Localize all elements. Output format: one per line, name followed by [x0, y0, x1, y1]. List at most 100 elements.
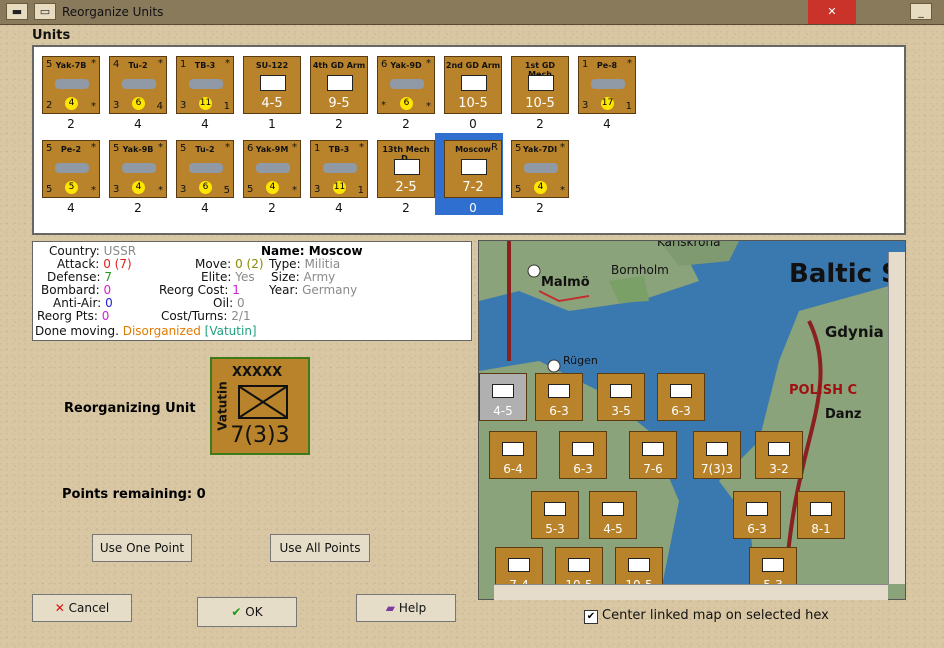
minimize-button[interactable]: _: [910, 3, 932, 20]
unit-counter[interactable]: Yak-7B 5 * 2 * 4: [42, 56, 100, 114]
antiair-value: 0: [105, 296, 113, 310]
map-counter[interactable]: 8-1: [797, 491, 845, 539]
close-button[interactable]: ✕: [808, 0, 856, 24]
unit-stat-tl: 6: [381, 59, 388, 70]
unit-badge: 11: [333, 181, 346, 194]
unit-counter[interactable]: Yak-9M 6 * 5 * 4: [243, 140, 301, 198]
unit-count: 0: [469, 117, 477, 131]
move-label: Move:: [195, 257, 232, 271]
map-counter[interactable]: 4-5: [589, 491, 637, 539]
map-label-baltic: Baltic S: [789, 259, 900, 289]
unit-strength: 4-5: [261, 96, 283, 111]
map-counter-strength: 8-1: [811, 522, 831, 536]
minimize-icon: _: [918, 5, 924, 18]
unit-counter[interactable]: Moscow R 7-2: [444, 140, 502, 198]
unit-counter[interactable]: TB-3 1 * 3 1 11: [176, 56, 234, 114]
aircraft-icon: [122, 79, 156, 89]
ok-button[interactable]: ✔ OK: [197, 597, 297, 627]
reorgcost-value: 1: [232, 283, 240, 297]
help-button[interactable]: ▰ Help: [356, 594, 456, 622]
unit-counter[interactable]: Tu-2 4 * 3 4 6: [109, 56, 167, 114]
map-counter[interactable]: 5-3: [531, 491, 579, 539]
map-counter[interactable]: 4-5: [479, 373, 527, 421]
map-counter-symbol-icon: [642, 442, 664, 456]
help-label: Help: [398, 601, 427, 615]
map-counter[interactable]: 6-3: [657, 373, 705, 421]
reorganizing-unit-counter: XXXXX Vatutin 7(3)3: [210, 357, 310, 455]
unit-counter[interactable]: 1st GD Mech10-5: [511, 56, 569, 114]
points-remaining: Points remaining: 0: [62, 487, 206, 502]
map-label-malmo: Malmö: [541, 275, 590, 290]
unit-counter[interactable]: Tu-2 5 * 3 5 6: [176, 140, 234, 198]
map-counter[interactable]: 6-4: [489, 431, 537, 479]
map-horizontal-scrollbar[interactable]: [494, 584, 888, 600]
unit-counter[interactable]: TB-3 1 * 3 1 11: [310, 140, 368, 198]
use-one-point-button[interactable]: Use One Point: [92, 534, 192, 562]
unit-counter[interactable]: SU-122 4-5: [243, 56, 301, 114]
unit-stat-bl: 3: [113, 100, 120, 111]
map-counter[interactable]: 3-2: [755, 431, 803, 479]
map-counter[interactable]: 6-3: [535, 373, 583, 421]
unit-counter[interactable]: Yak-9D 6 * * * 6: [377, 56, 435, 114]
map-counter[interactable]: 7-6: [629, 431, 677, 479]
costturns-label: Cost/Turns:: [161, 309, 228, 323]
attack-value: 0 (7): [103, 257, 132, 271]
unit-strength: 10-5: [525, 96, 555, 111]
name-label: Name:: [261, 244, 305, 258]
cancel-button[interactable]: ✕ Cancel: [32, 594, 132, 622]
unit-badge: 4: [266, 181, 279, 194]
unit-counter[interactable]: Yak-7DI 5 * 5 * 4: [511, 140, 569, 198]
map-counter[interactable]: 7(3)3: [693, 431, 741, 479]
unit-counter[interactable]: Pe-8 1 * 3 1 17: [578, 56, 636, 114]
map-counter-symbol-icon: [610, 384, 632, 398]
unit-stat-br: 5: [223, 185, 230, 196]
name-value: Moscow: [308, 244, 363, 258]
menu-icon[interactable]: ▬: [6, 3, 28, 20]
use-all-points-button[interactable]: Use All Points: [270, 534, 370, 562]
unit-counter[interactable]: Pe-2 5 * 5 * 5: [42, 140, 100, 198]
unit-count: 4: [335, 201, 343, 215]
country-value: USSR: [103, 244, 137, 258]
unit-count: 2: [402, 117, 410, 131]
map-counter[interactable]: 6-3: [559, 431, 607, 479]
costturns-value: 2/1: [231, 309, 251, 323]
points-value: 0: [196, 487, 206, 502]
reorganizing-unit-label: Reorganizing Unit: [64, 401, 196, 416]
reorganize-window: ▬ ▭ Reorganize Units ✕ _ Units Yak-7B 5 * 2…: [0, 0, 944, 648]
map-counter-symbol-icon: [492, 384, 514, 398]
elite-value: Yes: [235, 270, 255, 284]
map-counter-strength: 5-3: [545, 522, 565, 536]
map-counter[interactable]: 3-5: [597, 373, 645, 421]
unit-info-panel: Country: USSR Attack: 0 (7) Defense: 7 B…: [32, 241, 472, 341]
defense-value: 7: [104, 270, 112, 284]
linked-map[interactable]: Baltic S Malmö Bornholm Karlskrona Gdyni…: [478, 240, 906, 600]
unit-stat-tr: *: [91, 58, 96, 69]
unit-type-symbol-icon: [528, 75, 554, 91]
unit-stat-bl: 5: [46, 184, 53, 195]
map-counter-strength: 4-5: [493, 404, 513, 418]
unit-counter[interactable]: 13th Mech D.2-5: [377, 140, 435, 198]
elite-label: Elite:: [201, 270, 232, 284]
map-counter[interactable]: 6-3: [733, 491, 781, 539]
restore-icon[interactable]: ▭: [34, 3, 56, 20]
unit-count: 0: [469, 201, 477, 215]
unit-count: 2: [134, 201, 142, 215]
unit-type-symbol-icon: [461, 75, 487, 91]
map-counter-strength: 4-5: [603, 522, 623, 536]
unit-counter[interactable]: Yak-9B 5 * 3 * 4: [109, 140, 167, 198]
unit-stat-tr: *: [426, 58, 431, 69]
map-counter-symbol-icon: [762, 558, 784, 572]
aircraft-icon: [390, 79, 424, 89]
unit-count: 4: [134, 117, 142, 131]
map-counter-symbol-icon: [670, 384, 692, 398]
center-map-checkbox[interactable]: ✔: [584, 610, 598, 624]
unit-stat-tr: *: [225, 58, 230, 69]
unit-counter[interactable]: 4th GD Arm 9-5: [310, 56, 368, 114]
map-vertical-scrollbar[interactable]: [888, 252, 905, 584]
unit-type-symbol-icon: [327, 75, 353, 91]
status-disorganized: Disorganized: [122, 324, 201, 338]
unit-counter[interactable]: 2nd GD Arm 10-5: [444, 56, 502, 114]
ok-label: OK: [245, 605, 263, 619]
unit-type-symbol-icon: [260, 75, 286, 91]
oil-value: 0: [236, 296, 245, 310]
